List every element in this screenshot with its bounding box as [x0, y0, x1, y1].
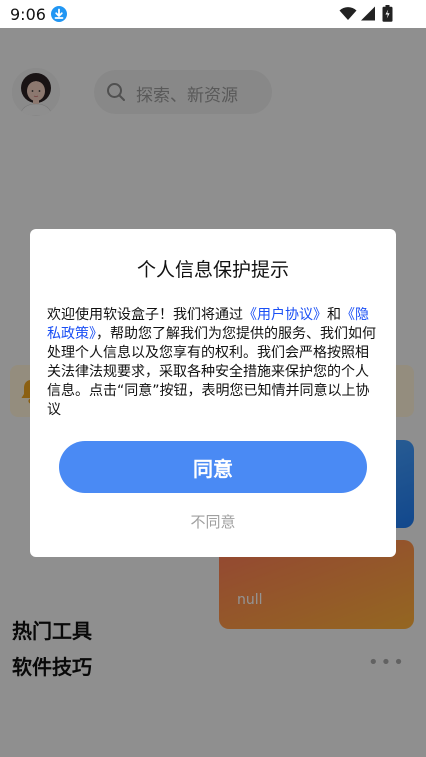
- dialog-body: 欢迎使用软设盒子！我们将通过《用户协议》和《隐私政策》，帮助您了解我们为您提供的…: [47, 306, 381, 420]
- status-time: 9:06: [10, 5, 46, 24]
- battery-icon: [382, 5, 393, 26]
- dialog-body-intro: 欢迎使用软设盒子！我们将通过: [47, 307, 243, 323]
- download-icon: [51, 6, 67, 22]
- wifi-icon: [339, 6, 357, 25]
- dialog-body-and: 和: [327, 307, 341, 323]
- signal-icon: [360, 6, 376, 25]
- user-agreement-link[interactable]: 《用户协议》: [243, 307, 327, 323]
- agree-button[interactable]: 同意: [59, 441, 367, 493]
- disagree-button[interactable]: 不同意: [30, 511, 396, 532]
- dialog-title: 个人信息保护提示: [136, 259, 289, 281]
- dialog-body-details: ，帮助您了解我们为您提供的服务、我们如何处理个人信息以及您享有的权利。我们会严格…: [47, 326, 376, 418]
- privacy-dialog: 个人信息保护提示 欢迎使用软设盒子！我们将通过《用户协议》和《隐私政策》，帮助您…: [30, 229, 396, 557]
- status-bar: 9:06: [0, 0, 426, 28]
